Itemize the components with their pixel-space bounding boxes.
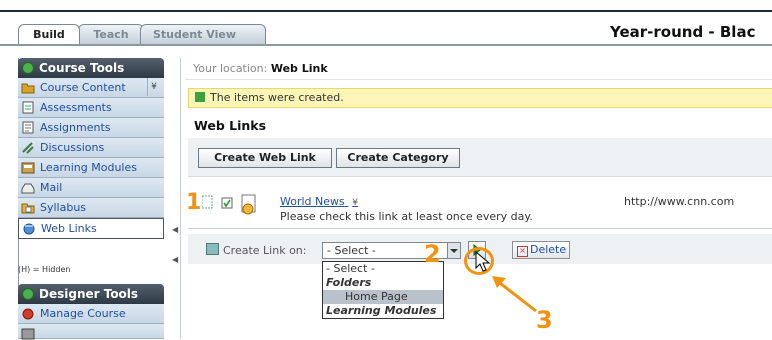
callout-arrow-icon xyxy=(492,276,537,313)
tab-build[interactable]: Build xyxy=(18,24,80,44)
mouse-cursor-icon xyxy=(475,250,491,272)
annotation-overlay xyxy=(475,250,537,313)
